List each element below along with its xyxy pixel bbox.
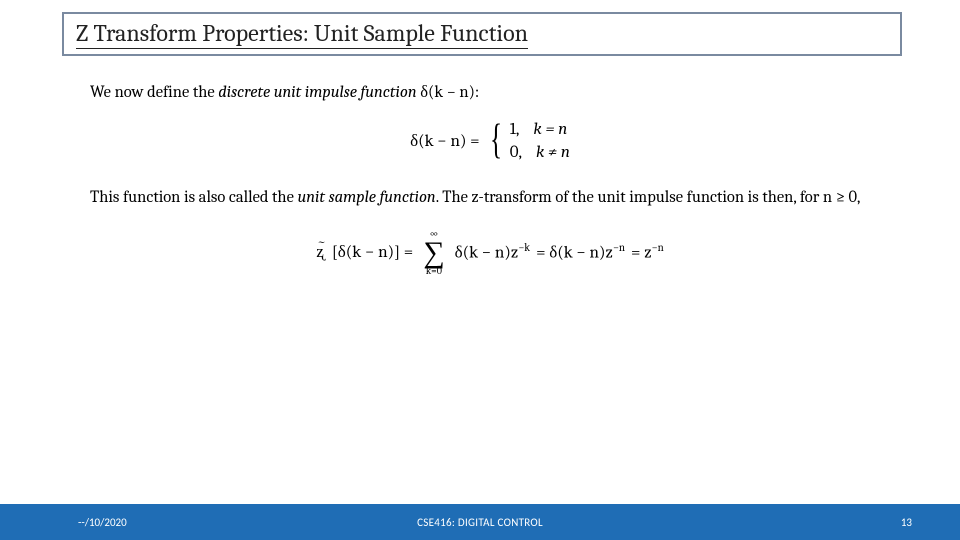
exp1: −k [518, 241, 530, 254]
case2-val: 0, [510, 143, 522, 162]
equation-2: ~ ʐ [δ(k − n)] = ∞ ∑ k=0 δ(k − n)z−k = δ… [316, 228, 663, 276]
z-operator: ~ ʐ [316, 242, 324, 262]
eq2-tail: = z−n [631, 241, 664, 263]
exp3: −n [651, 241, 663, 254]
desc-emph: unit sample function [297, 188, 435, 207]
desc-p2: . The z-transform of the unit impulse fu… [436, 188, 861, 207]
case1-val: 1, [510, 120, 520, 139]
footer-course: CSE416: DIGITAL CONTROL [417, 516, 543, 529]
mid-txt: = δ(k − n)z [536, 244, 613, 263]
tail-txt: = z [631, 244, 651, 263]
eq2-lbracket: [δ(k − n)] = [332, 242, 413, 262]
title-box: Z Transform Properties: Unit Sample Func… [62, 12, 902, 56]
eq1-cases: 1, k = n 0, k ≠ n [510, 120, 570, 162]
case-row: 1, k = n [510, 120, 570, 139]
case-row: 0, k ≠ n [510, 143, 570, 162]
footer-page-number: 13 [901, 516, 912, 529]
description-line: This function is also called the unit sa… [90, 186, 890, 210]
intro-line: We now define the discrete unit impulse … [90, 82, 890, 102]
footer-date: --/10/2020 [78, 516, 127, 529]
term1-txt: δ(k − n)z [455, 244, 519, 263]
eq2-mid: = δ(k − n)z−n [536, 241, 625, 263]
equation-1: δ(k − n) = { 1, k = n 0, k ≠ n [410, 120, 570, 162]
brace-icon: { [490, 124, 502, 158]
footer-bar: --/10/2020 CSE416: DIGITAL CONTROL 13 [0, 504, 960, 540]
case2-cond: k ≠ n [536, 143, 570, 162]
equation-1-block: δ(k − n) = { 1, k = n 0, k ≠ n [90, 120, 890, 162]
eq1-lhs: δ(k − n) = [410, 131, 479, 151]
content-area: We now define the discrete unit impulse … [90, 82, 890, 276]
exp2: −n [613, 241, 625, 254]
sigma-icon: ∑ [423, 238, 444, 268]
slide: Z Transform Properties: Unit Sample Func… [0, 0, 960, 540]
desc-p1: This function is also called the [90, 188, 297, 207]
tilde-icon: ~ [317, 235, 326, 249]
slide-title: Z Transform Properties: Unit Sample Func… [76, 19, 528, 49]
eq2-term1: δ(k − n)z−k [455, 241, 530, 263]
intro-prefix: We now define the [90, 83, 218, 102]
summation: ∞ ∑ k=0 [423, 228, 444, 276]
intro-suffix: δ(k − n): [417, 83, 480, 102]
intro-emph: discrete unit impulse function [218, 83, 416, 102]
equation-2-block: ~ ʐ [δ(k − n)] = ∞ ∑ k=0 δ(k − n)z−k = δ… [90, 228, 890, 276]
case1-cond: k = n [533, 120, 567, 139]
sum-lower: k=0 [426, 266, 442, 276]
